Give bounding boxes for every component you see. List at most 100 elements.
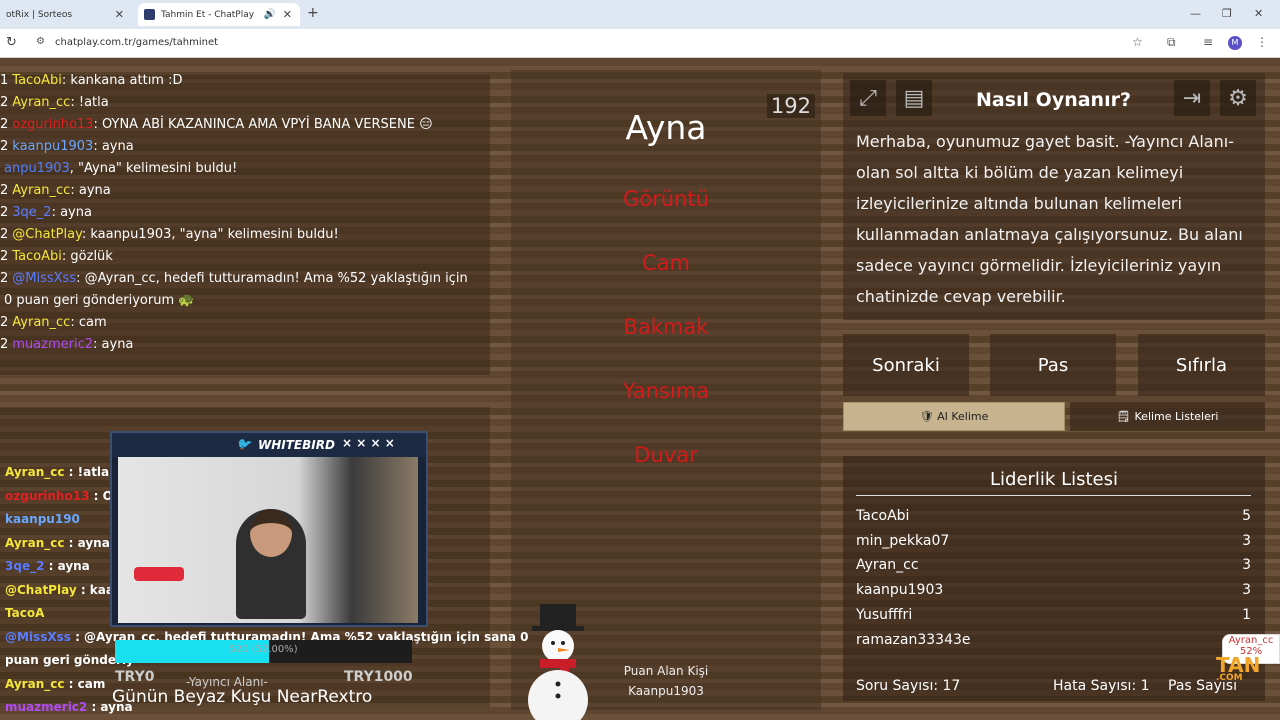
- chat-text: , "Ayna" kelimesini buldu!: [69, 161, 238, 176]
- chat-text: : gözlük: [61, 249, 113, 264]
- chat-message: 2 muazmeric2: ayna: [0, 337, 133, 352]
- extensions-icon[interactable]: ⧉: [1167, 35, 1176, 50]
- site-info-icon[interactable]: ⚙: [36, 36, 45, 47]
- game-area: 1 TacoAbi: kankana attım :D 2 Ayran_cc: !at…: [0, 59, 1280, 720]
- leaderboard-row: min_pekka07 3: [856, 533, 1251, 549]
- reset-button[interactable]: Sıfırla: [1138, 334, 1265, 396]
- stream-chat-message: 3qe_2 : ayna: [5, 559, 90, 573]
- stream-chat-username: kaanpu190: [5, 512, 80, 526]
- chat-username[interactable]: anpu1903: [4, 161, 70, 176]
- stream-chat-username: ozgurinho13: [5, 488, 90, 503]
- snowman-image: [528, 604, 588, 720]
- stream-chat-message: kaanpu190: [5, 512, 80, 526]
- leaderboard-score: 5: [1242, 508, 1251, 524]
- howto-panel: ⤢ ▤ Nasıl Oynanır? ⇥ ⚙ Merhaba, oyunumuz…: [843, 73, 1265, 320]
- leaderboard-score: 1: [1242, 606, 1251, 623]
- leaderboard-row: Yusufffri 1: [856, 607, 1251, 623]
- stream-chat-message: Ayran_cc : ayna: [5, 536, 110, 550]
- pass-button[interactable]: Pas: [990, 334, 1116, 396]
- taboo-word: Duvar: [634, 443, 698, 467]
- chat-username[interactable]: Ayran_cc: [12, 95, 70, 110]
- next-button[interactable]: Sonraki: [843, 334, 969, 396]
- chat-username[interactable]: Ayran_cc: [12, 183, 70, 198]
- bookmark-star-icon[interactable]: ☆: [1132, 35, 1143, 49]
- chat-text: : ayna: [93, 337, 134, 352]
- stream-chat-username: muazmeric2: [5, 700, 88, 714]
- leaderboard-name: min_pekka07: [856, 532, 950, 549]
- leaderboard-title: Liderlik Listesi: [990, 469, 1118, 490]
- chat-username[interactable]: TacoAbi: [12, 73, 62, 88]
- minimize-icon[interactable]: —: [1190, 7, 1201, 20]
- stream-chat-message: ozgurinho13 : OY: [5, 489, 121, 503]
- browser-tab-active[interactable]: Tahmin Et - ChatPlay 🔊 ✕: [138, 3, 300, 26]
- chat-username[interactable]: kaanpu1903: [12, 139, 93, 154]
- howto-title: Nasıl Oynanır?: [976, 89, 1131, 111]
- progress-text: 520 (52.00%): [229, 644, 298, 655]
- url-input[interactable]: chatplay.com.tr/games/tahminet: [55, 37, 218, 48]
- chat-username[interactable]: ozgurinho13: [12, 117, 93, 132]
- document-icon[interactable]: ▤: [896, 80, 932, 116]
- chat-message: 2 kaanpu1903: ayna: [0, 139, 134, 154]
- chat-text: : @Ayran_cc, hedefi tutturamadın! Ama %5…: [76, 271, 468, 286]
- close-tab-icon[interactable]: ✕: [283, 8, 292, 21]
- webcam-video: [118, 457, 418, 623]
- chat-username[interactable]: muazmeric2: [12, 337, 93, 352]
- leaderboard-score: 3: [1242, 582, 1251, 599]
- profile-avatar[interactable]: M: [1228, 36, 1242, 50]
- media-icon[interactable]: ≡: [1203, 35, 1213, 49]
- chat-prefix: 2: [0, 139, 9, 154]
- stream-chat-username: 3qe_2: [5, 559, 45, 573]
- chat-message: 2 @ChatPlay: kaanpu1903, "ayna" kelimesin…: [0, 227, 339, 242]
- chat-message: 2 @MissXss: @Ayran_cc, hedefi tutturamadı…: [0, 271, 468, 286]
- chat-message: 1 TacoAbi: kankana attım :D: [0, 73, 183, 88]
- question-count: Soru Sayısı: 17: [856, 678, 961, 694]
- stream-chat-message: Ayran_cc : !atla: [5, 465, 109, 479]
- overlay-caption: Günün Beyaz Kuşu NearRextro: [112, 687, 373, 707]
- stream-chat-username: Ayran_cc: [5, 465, 65, 479]
- chat-text: : kaanpu1903, "ayna" kelimesini buldu!: [81, 227, 339, 242]
- stream-chat-username: @MissXss: [5, 629, 71, 644]
- logout-icon[interactable]: ⇥: [1174, 80, 1210, 116]
- chat-prefix: 2: [0, 117, 9, 132]
- chat-text: : OYNA ABİ KAZANINCA AMA VPYİ BANA VERSE…: [93, 117, 433, 132]
- chat-message: anpu1903, "Ayna" kelimesini buldu!: [0, 161, 237, 176]
- close-tab-icon[interactable]: ✕: [115, 8, 124, 21]
- word-lists-button[interactable]: 🗒 Kelime Listeleri: [1070, 402, 1265, 431]
- reload-icon[interactable]: ↻: [6, 35, 17, 50]
- leaderboard-name: ramazan33343e: [856, 631, 971, 648]
- browser-tab[interactable]: otRix | Sorteos ✕: [0, 3, 132, 26]
- ai-word-button[interactable]: 🛡 AI Kelime: [843, 402, 1065, 431]
- chat-username[interactable]: @ChatPlay: [12, 227, 82, 242]
- address-bar: ↻ ⚙ chatplay.com.tr/games/tahminet ☆ ⧉ ≡…: [0, 29, 1280, 58]
- stream-chat-message: TacoA: [5, 606, 44, 620]
- leaderboard-name: TacoAbi: [856, 508, 910, 524]
- leaderboard-name: Yusufffri: [856, 606, 913, 623]
- chat-username[interactable]: TacoAbi: [12, 249, 62, 264]
- chat-message: 2 Ayran_cc: cam: [0, 315, 107, 330]
- stream-chat-username: TacoA: [5, 606, 45, 620]
- menu-icon[interactable]: ⋮: [1256, 35, 1268, 49]
- bird-icon: 🐦: [236, 437, 251, 451]
- stream-chat-username: Ayran_cc: [5, 535, 65, 550]
- new-tab-icon[interactable]: +: [307, 5, 319, 21]
- list-icon: 🗒: [1116, 410, 1131, 423]
- chat-text: : ayna: [70, 183, 111, 198]
- gear-icon[interactable]: ⚙: [1220, 80, 1256, 116]
- chat-username[interactable]: 3qe_2: [12, 205, 51, 220]
- speaker-icon[interactable]: 🔊: [264, 9, 276, 20]
- fullscreen-icon[interactable]: ⤢: [850, 80, 886, 116]
- webcam-header: 🐦 WHITEBIRD × × × ×: [112, 433, 426, 457]
- badge-user: Ayran_cc: [1228, 635, 1274, 646]
- chat-username[interactable]: Ayran_cc: [12, 315, 70, 330]
- taboo-word: Yansıma: [622, 379, 710, 403]
- chat-username[interactable]: @MissXss: [12, 271, 76, 286]
- stream-chat-text: : cam: [64, 676, 106, 691]
- leaderboard-score: 3: [1242, 557, 1251, 574]
- chat-message: 2 Ayran_cc: ayna: [0, 183, 111, 198]
- chat-prefix: 2: [0, 95, 9, 110]
- chat-text: : ayna: [93, 139, 134, 154]
- error-count: Hata Sayısı: 1: [1053, 678, 1150, 694]
- webcam-title: WHITEBIRD: [258, 438, 335, 452]
- close-window-icon[interactable]: ✕: [1254, 7, 1263, 20]
- maximize-icon[interactable]: ❐: [1222, 7, 1232, 20]
